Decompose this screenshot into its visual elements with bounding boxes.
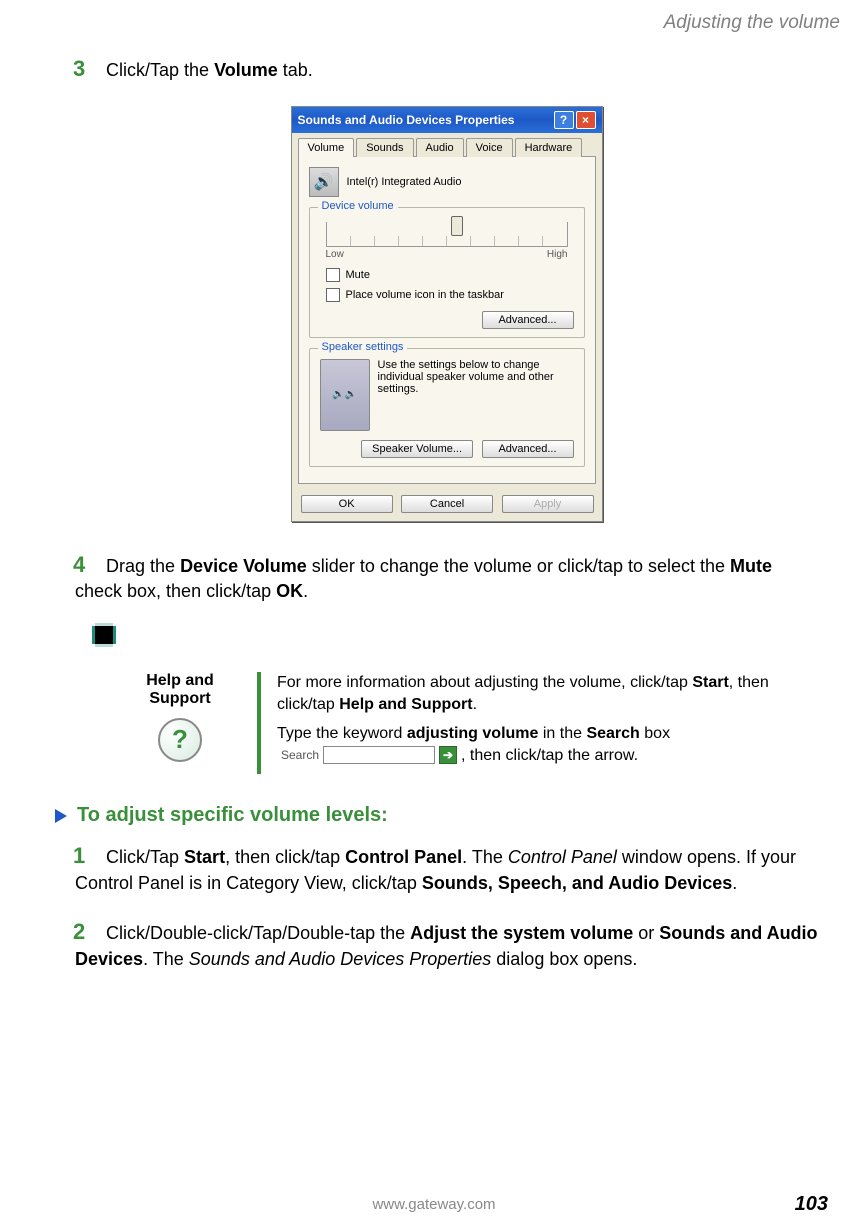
advanced-button[interactable]: Advanced...: [482, 311, 574, 329]
section-heading: To adjust specific volume levels:: [55, 804, 818, 827]
tab-sounds[interactable]: Sounds: [356, 138, 413, 157]
tab-volume[interactable]: Volume: [298, 138, 355, 157]
slider-low-label: Low: [326, 249, 344, 260]
search-widget: Search ➔: [281, 746, 457, 764]
dialog-titlebar: Sounds and Audio Devices Properties ? ×: [292, 107, 602, 133]
dialog-figure: Sounds and Audio Devices Properties ? × …: [75, 106, 818, 522]
group-title: Device volume: [318, 200, 398, 212]
help-button[interactable]: ?: [554, 111, 574, 129]
page-footer: www.gateway.com 103: [0, 1196, 868, 1213]
ok-button[interactable]: OK: [301, 495, 393, 513]
apply-button[interactable]: Apply: [502, 495, 594, 513]
search-label: Search: [281, 747, 319, 763]
step-number: 4: [73, 550, 101, 580]
speaker-advanced-button[interactable]: Advanced...: [482, 440, 574, 458]
step-number: 1: [73, 841, 101, 871]
dialog-panel: 🔊 Intel(r) Integrated Audio Device volum…: [298, 156, 596, 484]
mute-checkbox-row[interactable]: Mute: [326, 268, 574, 282]
device-icon: 🔊: [309, 167, 339, 197]
step-text: Click/Tap Start, then click/tap Control …: [75, 847, 796, 893]
search-input[interactable]: [323, 746, 435, 764]
step-3: 3 Click/Tap the Volume tab.: [75, 54, 818, 84]
step-text: Click/Double-click/Tap/Double-tap the Ad…: [75, 923, 818, 969]
speakers-icon: 🔈🔈: [320, 359, 370, 431]
dialog-title: Sounds and Audio Devices Properties: [298, 113, 515, 127]
help-body: For more information about adjusting the…: [261, 672, 818, 774]
mute-label: Mute: [346, 269, 370, 281]
mute-checkbox[interactable]: [326, 268, 340, 282]
group-title: Speaker settings: [318, 341, 408, 353]
page-header: Adjusting the volume: [0, 0, 868, 34]
section-heading-text: To adjust specific volume levels:: [77, 804, 388, 827]
slider-high-label: High: [547, 249, 568, 260]
tab-hardware[interactable]: Hardware: [515, 138, 583, 157]
close-button[interactable]: ×: [576, 111, 596, 129]
page-number: 103: [795, 1193, 828, 1216]
header-title: Adjusting the volume: [664, 12, 840, 33]
help-label: Help and Support: [115, 672, 245, 708]
step-4: 4 Drag the Device Volume slider to chang…: [75, 550, 818, 604]
device-volume-group: Device volume Low High: [309, 207, 585, 338]
section-end-marker: [95, 626, 818, 644]
cancel-button[interactable]: Cancel: [401, 495, 493, 513]
speaker-desc: Use the settings below to change individ…: [378, 359, 574, 431]
tab-audio[interactable]: Audio: [416, 138, 464, 157]
step-number: 2: [73, 917, 101, 947]
step-b2: 2 Click/Double-click/Tap/Double-tap the …: [75, 917, 818, 971]
speaker-volume-button[interactable]: Speaker Volume...: [361, 440, 473, 458]
help-label-col: Help and Support ?: [115, 672, 257, 774]
tab-voice[interactable]: Voice: [466, 138, 513, 157]
taskbar-icon-checkbox[interactable]: [326, 288, 340, 302]
search-go-icon[interactable]: ➔: [439, 746, 457, 764]
footer-url: www.gateway.com: [372, 1196, 495, 1213]
step-b1: 1 Click/Tap Start, then click/tap Contro…: [75, 841, 818, 895]
taskbar-icon-checkbox-row[interactable]: Place volume icon in the taskbar: [326, 288, 574, 302]
step-text: Click/Tap the Volume tab.: [106, 60, 313, 80]
device-name: Intel(r) Integrated Audio: [347, 176, 462, 188]
step-number: 3: [73, 54, 101, 84]
speaker-settings-group: Speaker settings 🔈🔈 Use the settings bel…: [309, 348, 585, 467]
help-support-box: Help and Support ? For more information …: [115, 672, 818, 774]
volume-slider[interactable]: Low High: [320, 218, 574, 262]
end-square-icon: [95, 626, 113, 644]
step-text: Drag the Device Volume slider to change …: [75, 556, 772, 602]
slider-thumb[interactable]: [451, 216, 463, 236]
dialog-tabs: Volume Sounds Audio Voice Hardware: [292, 133, 602, 156]
sounds-audio-dialog: Sounds and Audio Devices Properties ? × …: [291, 106, 603, 522]
taskbar-icon-label: Place volume icon in the taskbar: [346, 289, 504, 301]
question-icon: ?: [158, 718, 202, 762]
triangle-icon: [55, 809, 67, 823]
